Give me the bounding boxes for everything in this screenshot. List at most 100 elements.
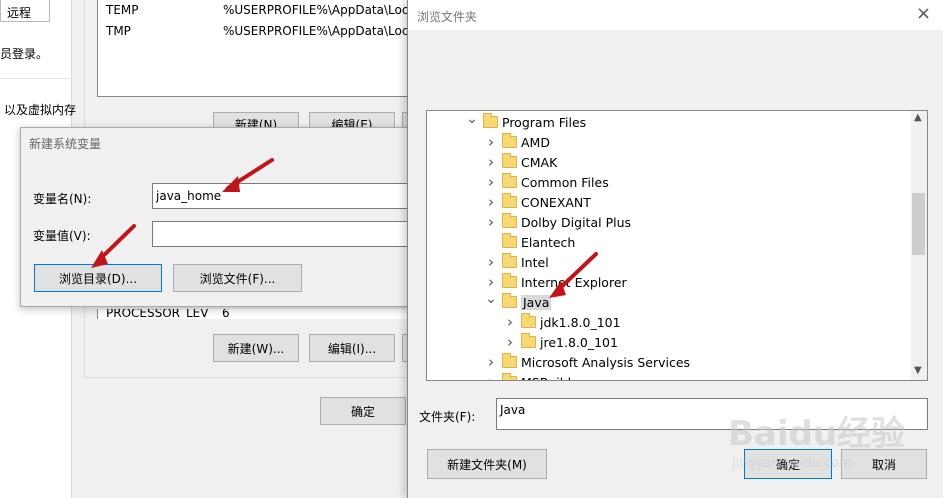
tree-node[interactable]: ⌄ Java (484, 291, 552, 312)
virtual-memory-text: 以及虚拟内存 (4, 103, 77, 117)
var-name-cell: TMP (106, 24, 131, 38)
tree-node-label: Elantech (521, 234, 576, 250)
tree-node[interactable]: › Microsoft Analysis Services (484, 352, 690, 372)
admin-login-text: 员登录。 (0, 47, 49, 61)
tree-node[interactable]: › Common Files (484, 172, 609, 192)
chevron-right-icon[interactable]: › (484, 253, 498, 271)
chevron-right-icon[interactable]: › (484, 353, 498, 371)
browse-directory-button[interactable]: 浏览目录(D)... (34, 264, 162, 292)
folder-icon (502, 193, 517, 208)
folder-icon (502, 373, 517, 380)
var-value-cell: %USERPROFILE%\AppData\Loca (223, 3, 410, 17)
tree-node[interactable]: Elantech (484, 232, 575, 252)
env-ok-label: 确定 (350, 404, 375, 419)
tree-node-label: MSBuild (521, 375, 571, 381)
folder-icon (521, 313, 536, 328)
tree-node[interactable]: › Dolby Digital Plus (484, 212, 631, 232)
chevron-down-icon[interactable]: ⌄ (484, 291, 498, 307)
tree-node[interactable]: › Intel (484, 252, 549, 272)
tree-node[interactable]: ⌄ Program Files (465, 111, 587, 132)
tab-remote[interactable]: 远程 (0, 0, 50, 22)
tree-node-label: Program Files (502, 114, 587, 130)
system-variables-list[interactable]: PROCESSOR_LEV 6 (97, 309, 410, 319)
chevron-down-icon[interactable]: ⌄ (465, 111, 479, 127)
table-row[interactable]: TEMP %USERPROFILE%\AppData\Loca (98, 0, 410, 20)
new-folder-label: 新建文件夹(M) (447, 457, 527, 472)
tab-remote-label: 远程 (7, 6, 32, 20)
var-value-cell: 6 (222, 309, 230, 319)
folder-icon (502, 293, 517, 308)
browse-file-button[interactable]: 浏览文件(F)... (173, 264, 302, 292)
folder-tree[interactable]: ⌄ Program Files › AMD › CMAK › Common Files › CON… (426, 110, 928, 381)
tree-node-label: Intel (521, 254, 549, 270)
folder-input-value: Java (500, 403, 526, 417)
folder-icon (483, 113, 498, 128)
scroll-down-icon[interactable]: ▼ (914, 365, 922, 376)
tree-node-label: AMD (521, 134, 550, 150)
tree-node[interactable]: › AMD (484, 132, 550, 152)
new-system-variable-dialog: 新建系统变量 变量名(N): java_home 变量值(V): 浏览目录(D)… (20, 127, 412, 307)
folder-icon (521, 333, 536, 348)
folder-icon (502, 153, 517, 168)
new-folder-button[interactable]: 新建文件夹(M) (427, 449, 547, 479)
close-icon[interactable]: × (916, 3, 931, 24)
tree-node[interactable]: › CONEXANT (484, 192, 591, 212)
tree-node-label: Dolby Digital Plus (521, 214, 632, 230)
chevron-right-icon[interactable]: › (484, 213, 498, 231)
tree-node-label: Java (521, 294, 552, 310)
variable-value-label: 变量值(V): (33, 229, 91, 243)
tree-node-label: Microsoft Analysis Services (521, 354, 691, 370)
chevron-right-icon[interactable]: › (484, 193, 498, 211)
variable-name-value: java_home (156, 189, 222, 203)
tree-node-label: jre1.8.0_101 (540, 334, 618, 350)
scrollbar-thumb[interactable] (912, 193, 925, 255)
watermark-url: jingyan.baidu.com (732, 456, 852, 471)
user-variables-list[interactable]: TEMP %USERPROFILE%\AppData\Loca TMP %USE… (97, 0, 410, 97)
dialog-title: 新建系统变量 (29, 137, 102, 151)
chevron-right-icon[interactable]: › (484, 373, 498, 380)
tree-node[interactable]: › Internet Explorer (484, 272, 627, 292)
tree-node-label: Common Files (521, 174, 609, 190)
folder-icon (502, 173, 517, 188)
chevron-right-icon[interactable]: › (484, 133, 498, 151)
tree-node[interactable]: › jdk1.8.0_101 (503, 312, 621, 332)
chevron-right-icon[interactable]: › (503, 333, 517, 351)
chevron-right-icon[interactable]: › (503, 313, 517, 331)
var-name-cell: TEMP (106, 3, 139, 17)
dialog-title: 浏览文件夹 (417, 10, 478, 24)
variable-name-input[interactable]: java_home (152, 183, 411, 209)
variable-name-label: 变量名(N): (33, 192, 92, 206)
tree-node[interactable]: › jre1.8.0_101 (503, 332, 618, 352)
divider (0, 78, 72, 79)
browse-directory-label: 浏览目录(D)... (58, 271, 138, 286)
env-ok-button[interactable]: 确定 (320, 397, 406, 425)
system-new-label: 新建(W)... (227, 341, 285, 356)
chevron-right-icon[interactable]: › (484, 173, 498, 191)
system-edit-button[interactable]: 编辑(I)... (309, 334, 395, 362)
folder-icon (502, 213, 517, 228)
tree-node-label: CONEXANT (521, 194, 591, 210)
chevron-right-icon[interactable]: › (484, 153, 498, 171)
browse-file-label: 浏览文件(F)... (199, 271, 276, 286)
folder-field-label: 文件夹(F): (419, 410, 476, 424)
title-bar: 浏览文件夹 × (408, 0, 943, 30)
table-row[interactable]: TMP %USERPROFILE%\AppData\Loca (98, 21, 410, 41)
folder-icon (502, 353, 517, 368)
var-name-cell: PROCESSOR_LEV (106, 309, 209, 319)
tree-node[interactable]: › CMAK (484, 152, 557, 172)
watermark-brand: Baidu经验 (728, 414, 906, 454)
tree-node[interactable]: › MSBuild (484, 372, 571, 381)
baidu-jingyan-watermark: Baidu经验 jingyan.baidu.com (720, 398, 920, 488)
folder-icon (502, 133, 517, 148)
chevron-right-icon[interactable]: › (484, 273, 498, 291)
scroll-up-icon[interactable]: ▲ (914, 112, 922, 123)
var-value-cell: %USERPROFILE%\AppData\Loca (223, 24, 410, 38)
tree-node-label: Internet Explorer (521, 274, 627, 290)
folder-icon (502, 273, 517, 288)
folder-icon (502, 233, 517, 248)
tree-node-label: jdk1.8.0_101 (540, 314, 621, 330)
system-new-button[interactable]: 新建(W)... (213, 334, 299, 362)
tree-node-label: CMAK (521, 154, 558, 170)
variable-value-input[interactable] (152, 221, 411, 247)
folder-icon (502, 253, 517, 268)
